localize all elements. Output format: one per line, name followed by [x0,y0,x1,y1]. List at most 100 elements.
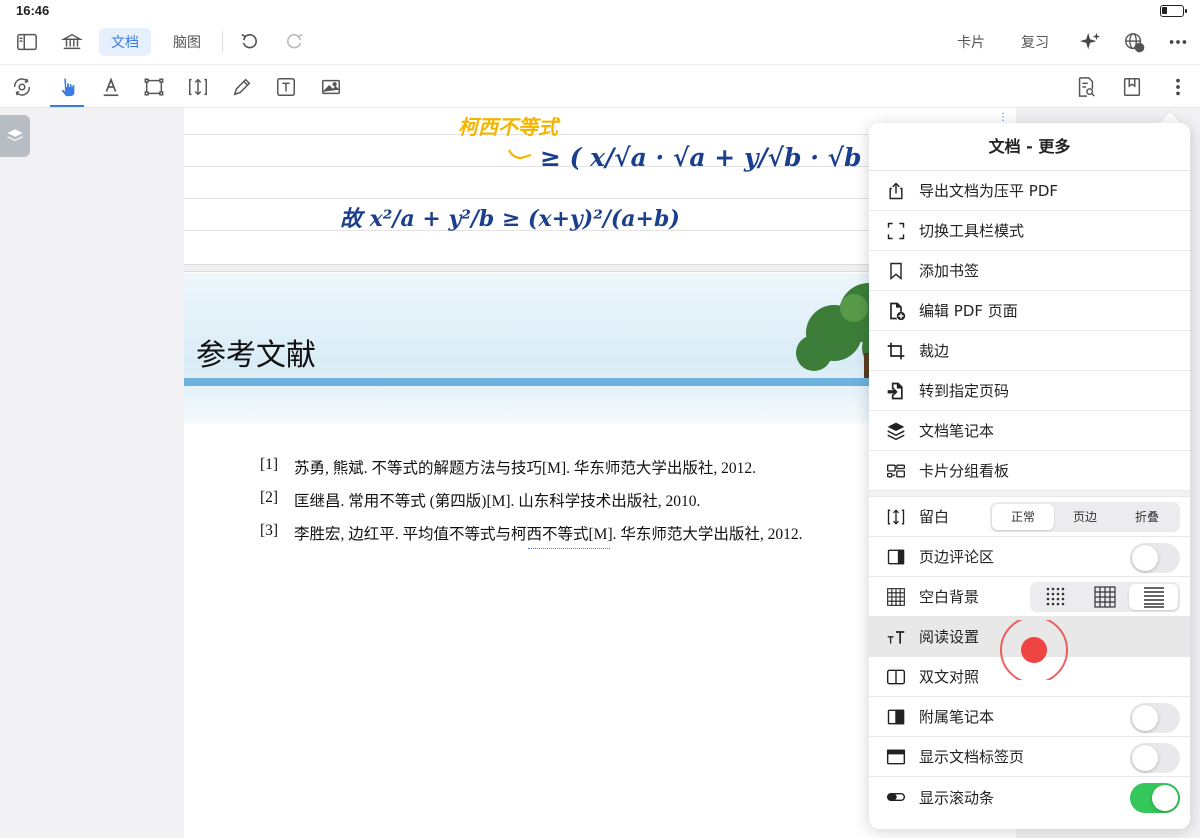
bookmark-icon [885,260,907,282]
text-highlight-icon[interactable] [97,73,125,101]
section-title: 参考文献 [196,338,316,373]
menu-label: 显示滚动条 [919,788,995,807]
background-options [1030,582,1180,612]
lines-background-icon[interactable] [1129,584,1179,610]
card-button[interactable]: 卡片 [957,32,985,52]
reference-number: [3] [260,522,279,539]
web-help-icon[interactable] [1120,28,1148,56]
text-box-icon[interactable] [272,73,300,101]
menu-label: 空白背景 [919,588,980,606]
review-button[interactable]: 复习 [1021,32,1049,52]
touch-indicator [1000,620,1068,680]
more-vertical-icon[interactable] [1164,73,1192,101]
menu-label: 卡片分组看板 [919,462,1010,480]
margin-segmented-control: 正常 页边 折叠 [990,502,1180,532]
margin-comments-icon [885,546,907,568]
expand-space-icon[interactable] [184,73,212,101]
sync-settings-icon[interactable] [8,73,36,101]
tab-document[interactable]: 文档 [99,28,151,56]
grid-background-icon[interactable] [1081,584,1130,610]
menu-margin-comments: 页边评论区 [869,537,1190,577]
active-tool-indicator [50,105,84,107]
more-icon[interactable] [1164,28,1192,56]
margin-option-fold[interactable]: 折叠 [1116,504,1178,530]
menu-edit-pdf-pages[interactable]: 编辑 PDF 页面 [869,291,1190,331]
sidebar-toggle-icon[interactable] [13,28,41,56]
menu-attached-notebook: 附属笔记本 [869,697,1190,737]
scrollbar-icon [885,786,907,808]
menu-toggle-toolbar-mode[interactable]: 切换工具栏模式 [869,211,1190,251]
margin-option-page-edge[interactable]: 页边 [1054,504,1116,530]
menu-label: 显示文档标签页 [919,748,1025,766]
cauchy-label: 柯西不等式 [458,115,561,139]
bookmark-list-icon[interactable] [1118,73,1146,101]
menu-label: 切换工具栏模式 [919,222,1025,240]
menu-label: 添加书签 [919,262,980,280]
redo-icon[interactable] [280,28,308,56]
status-bar: 16:46 [0,0,1200,22]
dots-background-icon[interactable] [1032,584,1081,610]
menu-blank-background: 空白背景 [869,577,1190,617]
search-document-icon[interactable] [1072,73,1100,101]
ai-sparkle-icon[interactable] [1076,28,1104,56]
split-view-icon [885,666,907,688]
tabs-window-icon [885,746,907,768]
menu-label: 导出文档为压平 PDF [919,182,1058,200]
battery-icon [1160,5,1187,17]
conclusion-line: 故 x²/a + y²/b ≥ (x+y)²/(a+b) [340,206,680,232]
hand-pointer-icon[interactable] [53,73,81,101]
tool-bar [0,64,1200,108]
tab-mindmap[interactable]: 脑图 [161,28,213,56]
reference-item: [3] 李胜宏, 边红平. 平均值不等式与柯西不等式[M]. 华东师范大学出版社… [260,522,802,555]
menu-show-scrollbar: 显示滚动条 [869,777,1190,817]
menu-label: 双文对照 [919,668,980,686]
menu-crop[interactable]: 裁边 [869,331,1190,371]
menu-show-tabs: 显示文档标签页 [869,737,1190,777]
layers-icon [885,420,907,442]
text-size-icon [885,626,907,648]
card-board-icon [885,460,907,482]
attached-notebook-icon [885,706,907,728]
image-icon[interactable] [317,73,345,101]
menu-add-bookmark[interactable]: 添加书签 [869,251,1190,291]
menu-document-notebook[interactable]: 文档笔记本 [869,411,1190,451]
reference-list: [1] 苏勇, 熊斌. 不等式的解题方法与技巧[M]. 华东师范大学出版社, 2… [260,456,802,555]
page-menu-dots-icon[interactable]: ⋮ [998,112,1008,123]
layers-tab-button[interactable] [0,115,30,157]
reference-text: 李胜宏, 边红平. 平均值不等式与柯西不等式[M]. 华东师范大学出版社, 20… [294,526,803,543]
menu-goto-page[interactable]: 转到指定页码 [869,371,1190,411]
document-more-popover: 文档 - 更多 导出文档为压平 PDF 切换工具栏模式 添加书签 编辑 PDF … [869,123,1190,829]
reference-text: 苏勇, 熊斌. 不等式的解题方法与技巧[M]. 华东师范大学出版社, 2012. [294,460,756,477]
status-time: 16:46 [16,3,50,18]
layers-icon [7,129,23,142]
reference-item: [1] 苏勇, 熊斌. 不等式的解题方法与技巧[M]. 华东师范大学出版社, 2… [260,456,802,489]
crop-icon [885,340,907,362]
fullscreen-icon [885,220,907,242]
undo-icon[interactable] [236,28,264,56]
margin-comments-toggle[interactable] [1130,543,1180,573]
show-tabs-toggle[interactable] [1130,743,1180,773]
reference-text: 匡继昌. 常用不等式 (第四版)[M]. 山东科学技术出版社, 2010. [294,493,701,510]
library-icon[interactable] [58,28,86,56]
attached-notebook-toggle[interactable] [1130,703,1180,733]
margin-option-normal[interactable]: 正常 [992,504,1054,530]
menu-card-group-board[interactable]: 卡片分组看板 [869,451,1190,491]
reference-number: [2] [260,489,279,506]
menu-label: 文档笔记本 [919,422,995,440]
pen-icon[interactable] [228,73,256,101]
goto-page-icon [885,380,907,402]
menu-label: 阅读设置 [919,628,980,646]
menu-margin: 留白 正常 页边 折叠 [869,497,1190,537]
divider [222,31,223,53]
left-margin [0,108,184,838]
menu-label: 附属笔记本 [919,708,995,726]
popover-title: 文档 - 更多 [869,123,1190,171]
show-scrollbar-toggle[interactable] [1130,783,1180,813]
top-bar: 文档 脑图 卡片 复习 [0,22,1200,64]
menu-export-flat-pdf[interactable]: 导出文档为压平 PDF [869,171,1190,211]
reference-item: [2] 匡继昌. 常用不等式 (第四版)[M]. 山东科学技术出版社, 2010… [260,489,802,522]
menu-label: 转到指定页码 [919,382,1010,400]
share-icon [885,180,907,202]
rectangle-select-icon[interactable] [140,73,168,101]
margin-icon [885,506,907,528]
